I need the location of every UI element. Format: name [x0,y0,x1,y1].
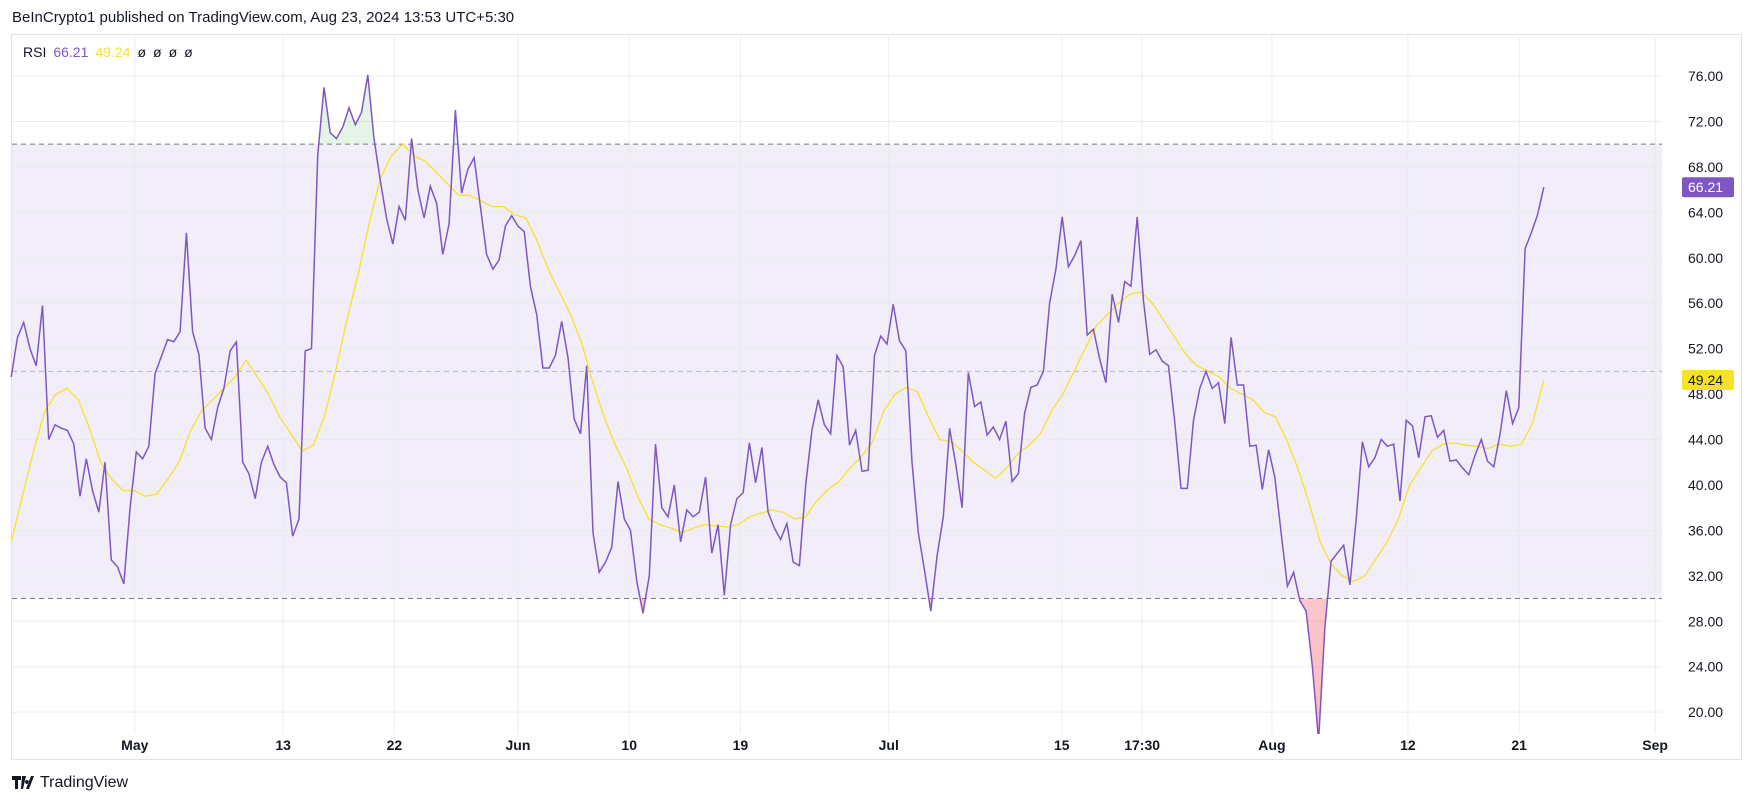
ma-last-value-badge-text: 49.24 [1688,372,1723,388]
plot-bottom-mask [12,734,1740,742]
x-axis-tick-label: Aug [1258,737,1285,753]
y-axis-tick-label: 76.00 [1688,68,1723,84]
legend-na-value: ø [153,44,162,60]
legend-ma-value: 49.24 [95,44,131,60]
y-axis-tick-label: 24.00 [1688,659,1723,675]
y-axis-tick-label: 64.00 [1688,204,1723,220]
y-axis-tick-label: 56.00 [1688,295,1723,311]
y-axis-tick-label: 72.00 [1688,113,1723,129]
rsi-chart[interactable]: 76.0072.0068.0064.0060.0056.0052.0048.00… [0,0,1755,806]
ma-last-value-badge: 49.24 [1682,369,1734,390]
y-axis-tick-label: 68.00 [1688,159,1723,175]
x-axis-tick-label: May [121,737,148,753]
x-axis-tick-label: Sep [1642,737,1668,753]
x-axis-tick-label: 22 [387,737,403,753]
rsi-last-value-badge: 66.21 [1682,177,1734,198]
y-axis-tick-label: 28.00 [1688,613,1723,629]
legend-na-value: ø [168,44,178,60]
x-axis-tick-label: 17:30 [1124,737,1160,753]
tradingview-logo[interactable]: TradingView [12,774,128,792]
x-axis-tick-label: 19 [733,737,749,753]
rsi-last-value-badge-text: 66.21 [1688,179,1723,195]
indicator-legend[interactable]: RSI 66.21 49.24 ø ø ø ø [23,44,193,60]
y-axis-tick-label: 60.00 [1688,250,1723,266]
x-axis-tick-label: 21 [1511,737,1527,753]
y-axis-tick-label: 32.00 [1688,568,1723,584]
x-axis-tick-label: Jul [879,737,899,753]
x-axis-tick-label: Jun [506,737,531,753]
x-axis-tick-label: 13 [275,737,291,753]
y-axis-tick-label: 36.00 [1688,522,1723,538]
legend-na-value: ø [137,44,146,60]
legend-rsi-value: 66.21 [53,44,89,60]
x-axis-tick-label: 10 [621,737,637,753]
tradingview-brand: TradingView [40,774,129,791]
legend-na-value: ø [184,44,193,60]
tradingview-logo-icon [12,776,34,789]
y-axis-tick-label: 52.00 [1688,341,1723,357]
y-axis-tick-label: 40.00 [1688,477,1723,493]
legend-indicator-name: RSI [23,44,47,60]
y-axis-tick-label: 20.00 [1688,704,1723,720]
x-axis-tick-label: 15 [1054,737,1070,753]
y-axis-tick-label: 44.00 [1688,432,1723,448]
x-axis-tick-label: 12 [1400,737,1416,753]
